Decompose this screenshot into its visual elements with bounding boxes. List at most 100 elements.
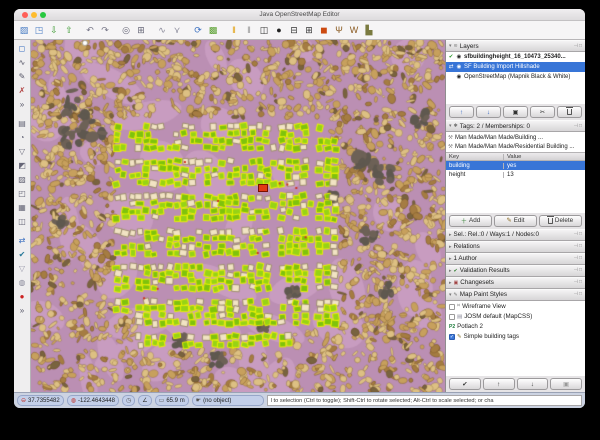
layer-visibility-icon[interactable]: ◉ xyxy=(456,64,462,70)
stick-panel-icon[interactable]: ⊣ xyxy=(574,124,578,129)
tag-row[interactable]: height 13 xyxy=(446,170,585,179)
way-tool-b-icon[interactable]: ⋎ xyxy=(170,23,184,38)
lasso-tool-icon[interactable]: ∿ xyxy=(15,55,30,69)
stick-panel-icon[interactable]: ⊣ xyxy=(574,280,578,285)
add-tag-button[interactable]: ＋Add xyxy=(449,215,492,227)
collapse-icon[interactable]: ▾ xyxy=(449,123,452,129)
relations-panel-header[interactable]: ▸ Relations ⊣□ xyxy=(446,241,585,253)
zoom-search-icon[interactable]: ◎ xyxy=(119,23,133,38)
open-icon[interactable]: ▨ xyxy=(17,23,31,38)
undo-icon[interactable]: ↶ xyxy=(83,23,97,38)
style-car-icon[interactable]: ⊟ xyxy=(287,23,301,38)
minimize-window-button[interactable] xyxy=(31,12,37,18)
style-hand-icon[interactable]: ● xyxy=(272,23,286,38)
style-row[interactable]: ✓ ▤ JOSM default (MapCSS) xyxy=(446,312,585,322)
map-pin-tool-icon[interactable]: ● xyxy=(15,289,30,303)
style-lanes-icon[interactable]: ‖ xyxy=(227,23,241,38)
preferences-icon[interactable]: ⊞ xyxy=(134,23,148,38)
close-panel-icon[interactable]: □ xyxy=(579,232,582,237)
download-osm-data-icon[interactable]: ⇩ xyxy=(47,23,61,38)
stick-panel-icon[interactable]: ⊣ xyxy=(574,232,578,237)
delete-tag-button[interactable]: Delete xyxy=(539,215,582,227)
style-row[interactable]: P2 Potlach 2 xyxy=(446,322,585,332)
merge-layer-button[interactable]: ✂ xyxy=(530,106,555,118)
authors-panel-header[interactable]: ▸ 1 Author ⊣□ xyxy=(446,253,585,265)
combine-tool-icon[interactable]: ▨ xyxy=(15,172,30,186)
preset-row[interactable]: ⚒ Man Made/Man Made/Building ... xyxy=(446,133,585,142)
style-down-button[interactable]: ↓ xyxy=(517,378,549,390)
stick-panel-icon[interactable]: ⊣ xyxy=(574,44,578,49)
layer-row[interactable]: ◉ OpenStreetMap (Mapnik Black & White) xyxy=(446,72,585,82)
redo-icon[interactable]: ↷ xyxy=(98,23,112,38)
style-row[interactable]: ✓ ✎ Simple building tags xyxy=(446,332,585,342)
style-bus-icon[interactable]: ⊞ xyxy=(302,23,316,38)
validate-tool-icon[interactable]: ✔ xyxy=(15,247,30,261)
split-tool-icon[interactable]: ◩ xyxy=(15,158,30,172)
angle-tool-icon[interactable]: ▽ xyxy=(15,144,30,158)
collapse-icon[interactable]: ▾ xyxy=(449,43,452,49)
collapse-icon[interactable]: ▸ xyxy=(449,268,452,274)
improve-way-tool-icon[interactable]: ✗ xyxy=(15,83,30,97)
move-layer-up-button[interactable]: ↑ xyxy=(449,106,474,118)
upload-osm-data-icon[interactable]: ⇧ xyxy=(62,23,76,38)
tag-row[interactable]: building yes xyxy=(446,161,585,170)
preset-row[interactable]: ⚒ Man Made/Man Made/Residential Building… xyxy=(446,142,585,151)
select-tool-icon[interactable]: ◻ xyxy=(15,41,30,55)
tags-panel-header[interactable]: ▾ ✱ Tags: 2 / Memberships: 0 ⊣□ xyxy=(446,120,585,132)
close-panel-icon[interactable]: □ xyxy=(579,280,582,285)
close-panel-icon[interactable]: □ xyxy=(579,292,582,297)
close-panel-icon[interactable]: □ xyxy=(579,244,582,249)
style-wikipedia-icon[interactable]: W xyxy=(347,23,361,38)
globe-tool-icon[interactable]: ◍ xyxy=(15,275,30,289)
key-tool-icon[interactable]: ◔ xyxy=(15,130,30,144)
collapse-icon[interactable]: ▸ xyxy=(449,232,452,238)
layer-visibility-icon[interactable]: ◉ xyxy=(456,74,462,80)
map-canvas[interactable] xyxy=(31,40,445,392)
zoom-window-button[interactable] xyxy=(40,12,46,18)
close-panel-icon[interactable]: □ xyxy=(579,44,582,49)
collapse-icon[interactable]: ▸ xyxy=(449,280,452,286)
refresh-imagery-icon[interactable]: ⟳ xyxy=(191,23,205,38)
stick-panel-icon[interactable]: ⊣ xyxy=(574,292,578,297)
style-restaurant-icon[interactable]: Ψ xyxy=(332,23,346,38)
style-chart-icon[interactable]: ▙ xyxy=(362,23,376,38)
stick-panel-icon[interactable]: ⊣ xyxy=(574,268,578,273)
style-warning-icon[interactable]: ◼ xyxy=(317,23,331,38)
delete-layer-button[interactable] xyxy=(557,106,582,118)
stick-panel-icon[interactable]: ⊣ xyxy=(574,244,578,249)
way-tool-a-icon[interactable]: ∿ xyxy=(155,23,169,38)
draw-node-tool-icon[interactable]: ✎ xyxy=(15,69,30,83)
map-paint-styles-panel-header[interactable]: ▾ ✎ Map Paint Styles ⊣□ xyxy=(446,289,585,301)
selection-panel-header[interactable]: ▸ Sel.: Rel.:0 / Ways:1 / Nodes:0 ⊣□ xyxy=(446,229,585,241)
layer-visibility-icon[interactable]: ◉ xyxy=(456,54,462,60)
collapse-icon[interactable]: ▸ xyxy=(449,256,452,262)
edit-tag-button[interactable]: ✎Edit xyxy=(494,215,537,227)
align-tool-icon[interactable]: ◰ xyxy=(15,186,30,200)
imagery-offset-icon[interactable]: ▩ xyxy=(206,23,220,38)
close-panel-icon[interactable]: □ xyxy=(579,124,582,129)
save-icon[interactable]: ◳ xyxy=(32,23,46,38)
photo-tool-icon[interactable]: ◫ xyxy=(15,214,30,228)
changesets-panel-header[interactable]: ▸ ▣ Changesets ⊣□ xyxy=(446,277,585,289)
apply-style-button[interactable]: ✔ xyxy=(449,378,481,390)
layers-panel-header[interactable]: ▾ ≋ Layers ⊣□ xyxy=(446,40,585,52)
selected-building-marker[interactable] xyxy=(258,184,268,192)
more-tools-icon[interactable]: » xyxy=(15,97,30,111)
collapse-icon[interactable]: ▸ xyxy=(449,244,452,250)
copy-style-button[interactable]: ▣ xyxy=(550,378,582,390)
zoom-tool-icon[interactable]: ▤ xyxy=(15,116,30,130)
style-roads-icon[interactable]: ‖ xyxy=(242,23,256,38)
layer-row[interactable]: ✔ ◉ sfbuildingheight_16_10473_25340... xyxy=(446,52,585,62)
more-tools-2-icon[interactable]: » xyxy=(15,303,30,317)
style-up-button[interactable]: ↑ xyxy=(483,378,515,390)
close-panel-icon[interactable]: □ xyxy=(579,256,582,261)
checkbox[interactable]: ✓ xyxy=(449,304,455,310)
layer-row[interactable]: ⇄ ◉ SF Building Import Hillshade xyxy=(446,62,585,72)
grid-tool-icon[interactable]: ▦ xyxy=(15,200,30,214)
checkbox[interactable]: ✓ xyxy=(449,314,455,320)
validation-panel-header[interactable]: ▸ ✔ Validation Results ⊣□ xyxy=(446,265,585,277)
duplicate-layer-button[interactable]: ▣ xyxy=(503,106,528,118)
checkbox[interactable]: ✓ xyxy=(449,334,455,340)
move-layer-down-button[interactable]: ↓ xyxy=(476,106,501,118)
map-viewport[interactable] xyxy=(31,40,445,392)
